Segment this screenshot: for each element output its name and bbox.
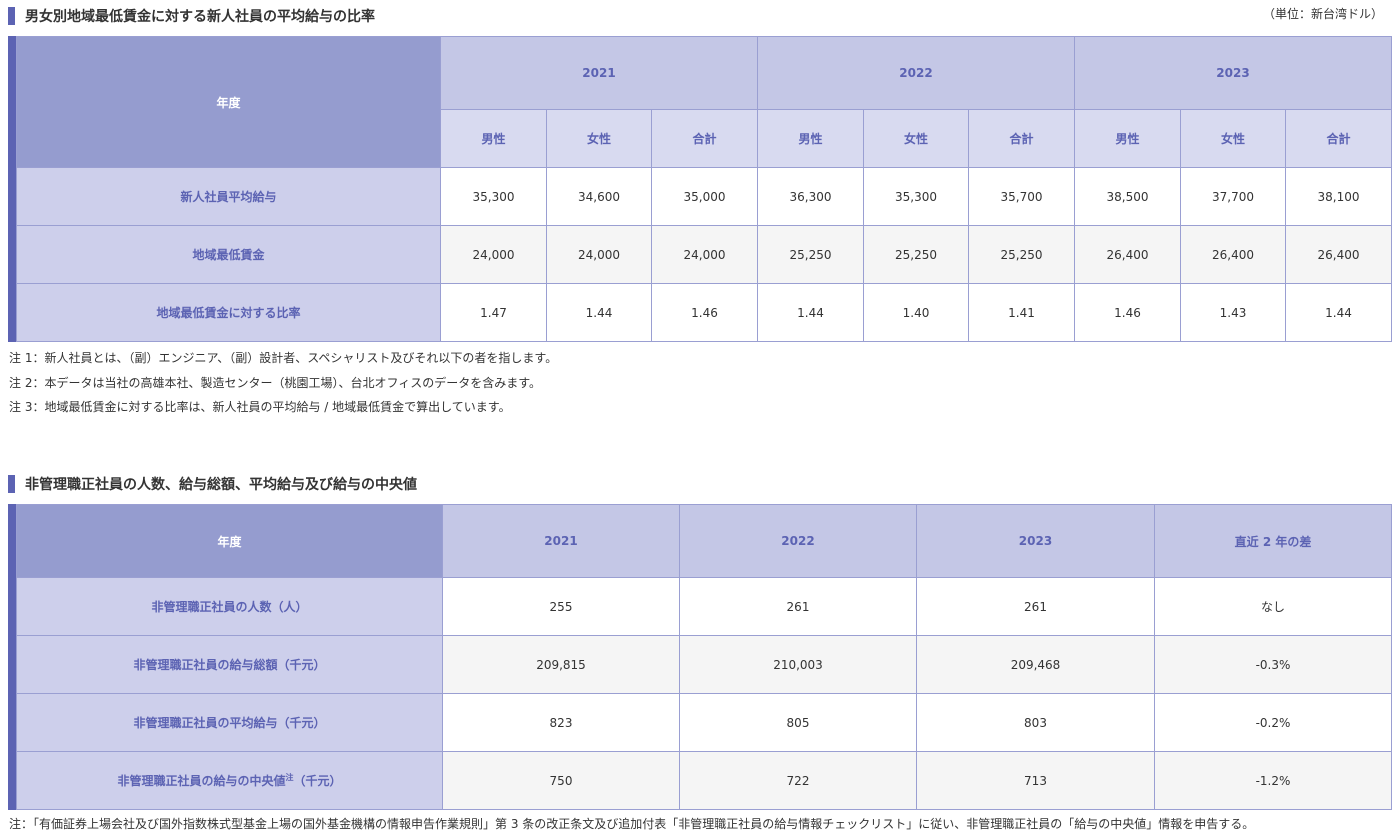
table-cell: 38,100 [1285,167,1392,226]
row-label: 地域最低賃金 [16,225,441,284]
note-1: 注 1：新人社員とは、（副）エンジニア、（副）設計者、スペシャリスト及びそれ以下… [9,351,558,365]
table-row: 非管理職正社員の人数（人） 255 261 261 なし [16,577,1392,636]
total-header: 合計 [651,109,758,168]
section-title-text: 男女別地域最低賃金に対する新人社員の平均給与の比率 [25,9,375,25]
table-cell: 24,000 [651,225,758,284]
section-marker [8,7,15,25]
note-3: 注 3：地域最低賃金に対する比率は、新人社員の平均給与 / 地域最低賃金で算出し… [9,400,511,414]
table-cell: 26,400 [1285,225,1392,284]
table-cell: 713 [916,751,1155,810]
two-year-diff-header: 直近 2 年の差 [1154,504,1392,578]
table-cell: 261 [916,577,1155,636]
table-cell: なし [1154,577,1392,636]
year-2021-header: 2021 [440,36,758,110]
table-cell: 1.40 [863,283,969,342]
male-header: 男性 [757,109,864,168]
row-label: 非管理職正社員の平均給与（千元） [16,693,443,752]
non-manager-note: 注：「有価証券上場会社及び国外指数株式型基金上場の国外基金機構の情報申告作業規則… [9,815,1254,833]
section-marker [8,475,15,493]
table-cell: 24,000 [440,225,547,284]
table-cell: 25,250 [968,225,1075,284]
table-cell: 210,003 [679,635,917,694]
male-header: 男性 [440,109,547,168]
row-label: 非管理職正社員の給与の中央値注（千元） [16,751,443,810]
table-cell: 1.43 [1180,283,1286,342]
table-cell: 805 [679,693,917,752]
table-cell: 261 [679,577,917,636]
non-manager-table: 年度 2021 2022 2023 直近 2 年の差 非管理職正社員の人数（人）… [16,504,1392,810]
note-2: 注 2：本データは当社の高雄本社、製造センター（桃園工場）、台北オフィスのデータ… [9,375,542,390]
table-cell: 25,250 [863,225,969,284]
row-label: 新人社員平均給与 [16,167,441,226]
table-cell: 24,000 [546,225,652,284]
table-cell: 25,250 [757,225,864,284]
table-cell: 1.47 [440,283,547,342]
unit-label: （単位：新台湾ドル） [1262,7,1383,21]
total-header: 合計 [1285,109,1392,168]
table-row: 非管理職正社員の給与総額（千元） 209,815 210,003 209,468… [16,635,1392,694]
table-cell: -0.2% [1154,693,1392,752]
ratio-table: 年度 2021 2022 2023 男性 女性 合計 男性 女性 合計 男性 女… [16,36,1392,342]
table-row: 新人社員平均給与 35,300 34,600 35,000 36,300 35,… [16,167,1392,226]
table-cell: 722 [679,751,917,810]
table-cell: 1.44 [1285,283,1392,342]
table-cell: 255 [442,577,680,636]
year-header: 年度 [16,504,443,578]
female-header: 女性 [1180,109,1286,168]
row-label-unit: （千元） [293,774,342,788]
section-title-ratio: 男女別地域最低賃金に対する新人社員の平均給与の比率 [8,6,375,26]
table-cell: 1.44 [757,283,864,342]
male-header: 男性 [1074,109,1181,168]
table-cell: 1.46 [651,283,758,342]
ratio-table-wrapper: 年度 2021 2022 2023 男性 女性 合計 男性 女性 合計 男性 女… [8,36,1392,342]
table-cell: 1.41 [968,283,1075,342]
table-row: 非管理職正社員の給与の中央値注（千元） 750 722 713 -1.2% [16,751,1392,810]
row-label: 非管理職正社員の人数（人） [16,577,443,636]
table-cell: 1.44 [546,283,652,342]
table-cell: 209,468 [916,635,1155,694]
table-cell: 823 [442,693,680,752]
year-2021-header: 2021 [442,504,680,578]
table-row: 非管理職正社員の平均給与（千元） 823 805 803 -0.2% [16,693,1392,752]
table-cell: 26,400 [1074,225,1181,284]
non-manager-table-wrapper: 年度 2021 2022 2023 直近 2 年の差 非管理職正社員の人数（人）… [8,504,1392,810]
table-cell: -1.2% [1154,751,1392,810]
table-cell: 35,300 [440,167,547,226]
table-cell: 35,300 [863,167,969,226]
year-2023-header: 2023 [1074,36,1392,110]
table-cell: -0.3% [1154,635,1392,694]
table-row: 地域最低賃金に対する比率 1.47 1.44 1.46 1.44 1.40 1.… [16,283,1392,342]
female-header: 女性 [546,109,652,168]
table-cell: 35,000 [651,167,758,226]
row-label: 非管理職正社員の給与総額（千元） [16,635,443,694]
year-2023-header: 2023 [916,504,1155,578]
total-header: 合計 [968,109,1075,168]
year-2022-header: 2022 [757,36,1075,110]
note-marker: 注 [285,773,294,782]
row-label: 地域最低賃金に対する比率 [16,283,441,342]
table-cell: 750 [442,751,680,810]
table-cell: 36,300 [757,167,864,226]
section-title-non-manager: 非管理職正社員の人数、給与総額、平均給与及び給与の中央値 [8,474,417,494]
table-row: 地域最低賃金 24,000 24,000 24,000 25,250 25,25… [16,225,1392,284]
female-header: 女性 [863,109,969,168]
row-label-main: 非管理職正社員の給与の中央値 [117,774,286,788]
table-cell: 38,500 [1074,167,1181,226]
table-cell: 34,600 [546,167,652,226]
table-cell: 26,400 [1180,225,1286,284]
note-text: 注：「有価証券上場会社及び国外指数株式型基金上場の国外基金機構の情報申告作業規則… [9,817,1255,831]
ratio-notes: 注 1：新人社員とは、（副）エンジニア、（副）設計者、スペシャリスト及びそれ以下… [9,346,557,420]
table-cell: 1.46 [1074,283,1181,342]
year-2022-header: 2022 [679,504,917,578]
table-cell: 803 [916,693,1155,752]
table-cell: 209,815 [442,635,680,694]
year-header: 年度 [16,36,441,168]
table-cell: 35,700 [968,167,1075,226]
section-title-text: 非管理職正社員の人数、給与総額、平均給与及び給与の中央値 [25,477,417,493]
table-cell: 37,700 [1180,167,1286,226]
